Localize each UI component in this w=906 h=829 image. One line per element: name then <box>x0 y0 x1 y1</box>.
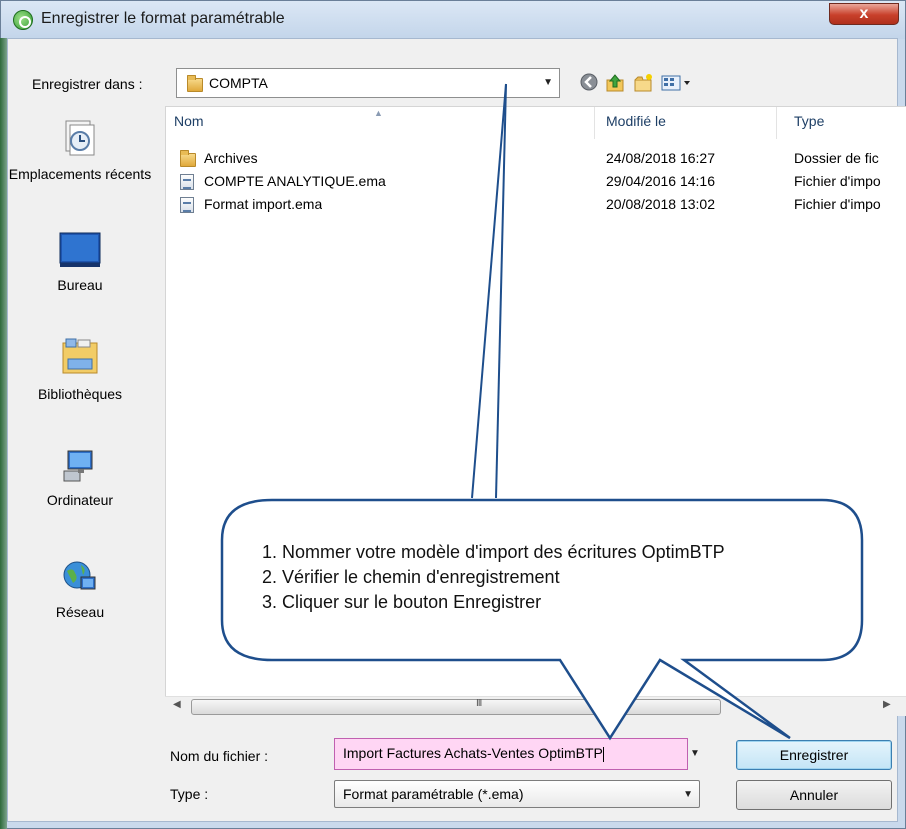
callout-line: 3. Cliquer sur le bouton Enregistrer <box>262 592 542 612</box>
callout-pointer-lines <box>471 83 507 499</box>
callout-bubble <box>220 498 864 741</box>
callout-line: 2. Vérifier le chemin d'enregistrement <box>262 567 560 587</box>
callout-line: 1. Nommer votre modèle d'import des écri… <box>262 542 725 562</box>
callout-instructions: 1. Nommer votre modèle d'import des écri… <box>262 540 725 615</box>
annotation-callout <box>220 83 864 741</box>
